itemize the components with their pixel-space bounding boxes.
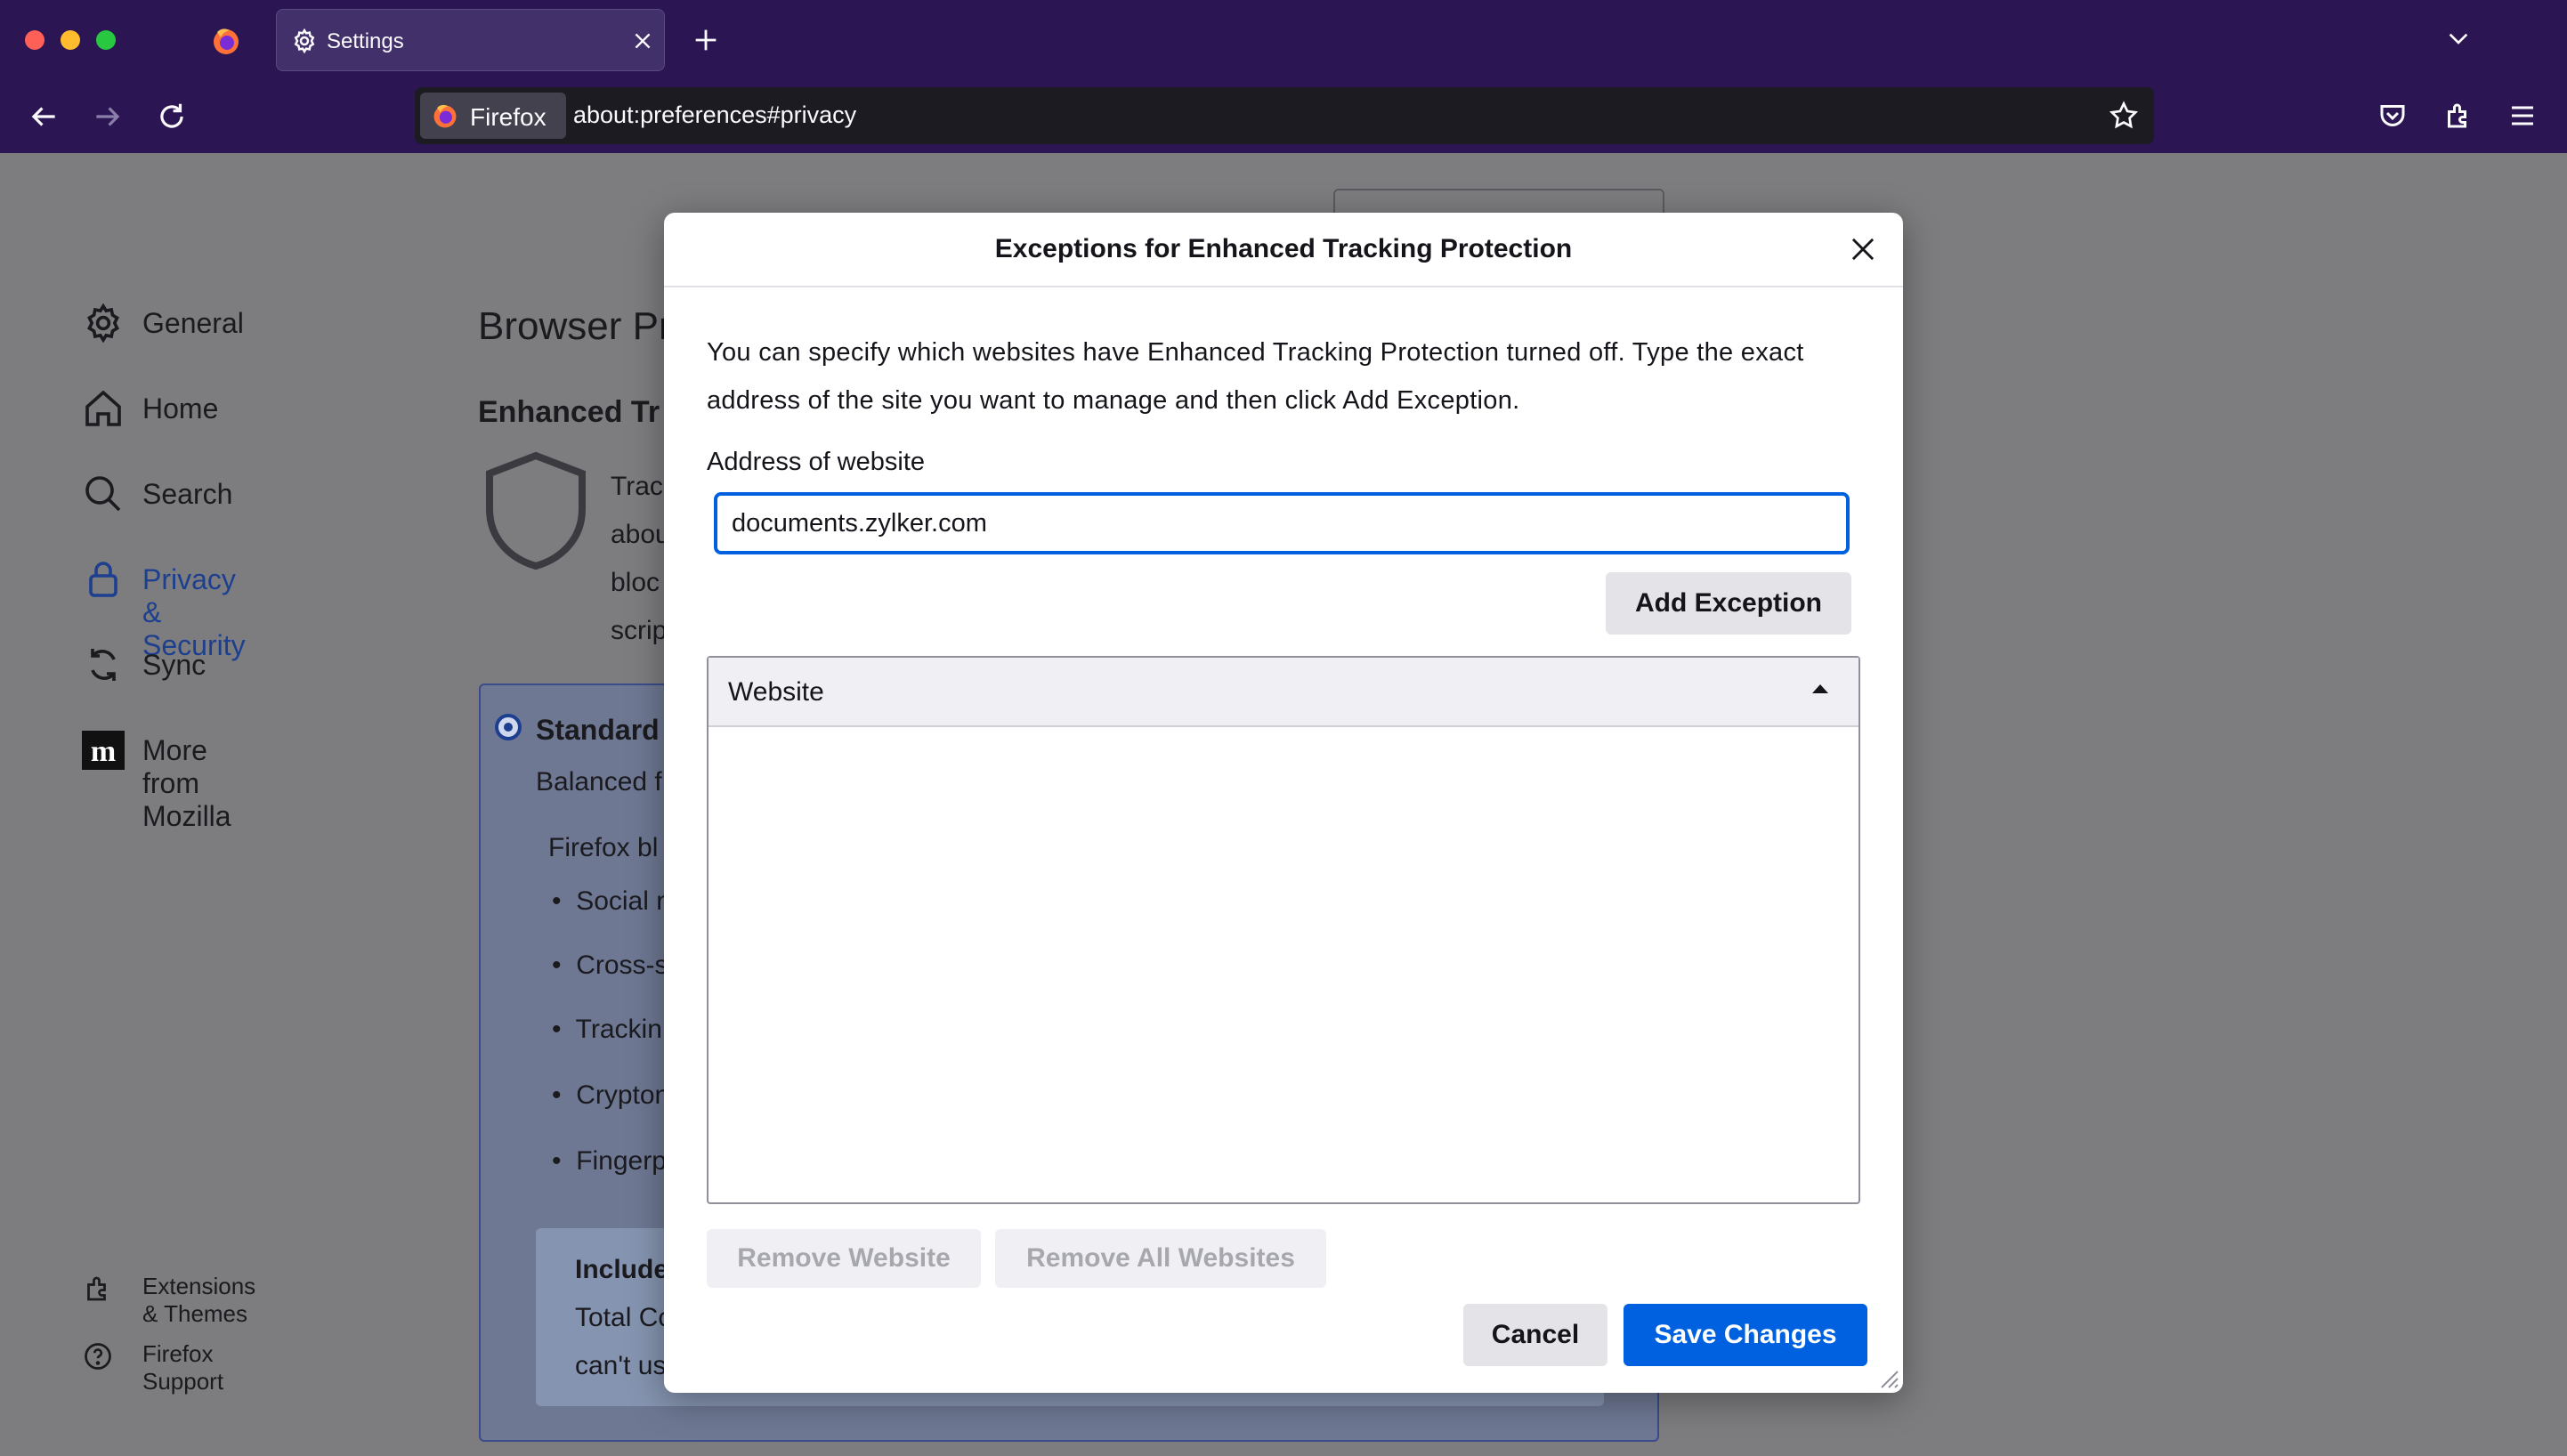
- shield-icon: [481, 450, 591, 576]
- etp-desc-line: bloc: [611, 568, 660, 597]
- tab-settings[interactable]: Settings: [276, 9, 665, 71]
- extensions-puzzle-icon[interactable]: [2442, 100, 2474, 136]
- include-title: Include: [575, 1255, 669, 1284]
- close-tab-icon[interactable]: [631, 29, 654, 57]
- sort-ascending-icon: [1812, 684, 1828, 693]
- new-tab-icon[interactable]: [691, 25, 721, 60]
- bullet-text: Social n: [576, 886, 671, 916]
- home-icon: [82, 387, 125, 434]
- save-changes-button[interactable]: Save Changes: [1624, 1304, 1867, 1366]
- etp-desc-line: Trac: [611, 472, 663, 501]
- pocket-icon[interactable]: [2377, 100, 2409, 136]
- mozilla-icon: m: [82, 731, 125, 770]
- list-item: • Social n: [552, 886, 671, 916]
- remove-website-button[interactable]: Remove Website: [707, 1229, 981, 1288]
- browser-titlebar: Settings: [0, 0, 2567, 80]
- sync-icon: [82, 643, 125, 691]
- firefox-blocks-text: Firefox bl: [548, 833, 659, 862]
- list-item: • Trackin: [552, 1015, 662, 1044]
- reload-icon[interactable]: [155, 100, 189, 138]
- close-window-button[interactable]: [25, 30, 45, 50]
- identity-label: Firefox: [470, 103, 547, 131]
- standard-label: Standard: [536, 714, 660, 746]
- include-line: Total Co: [575, 1303, 674, 1332]
- sidebar-item-label: Firefox Support: [142, 1340, 224, 1395]
- tab-title: Settings: [327, 29, 404, 53]
- minimize-window-button[interactable]: [61, 30, 80, 50]
- close-icon[interactable]: [1846, 232, 1880, 266]
- gear-icon: [291, 28, 318, 59]
- sidebar-item-label: Home: [142, 392, 219, 425]
- dialog-title: Exceptions for Enhanced Tracking Protect…: [994, 234, 1573, 263]
- firefox-logo-icon: [431, 101, 459, 134]
- standard-balanced-text: Balanced f: [536, 767, 662, 797]
- sidebar-item-label: Sync: [142, 649, 206, 681]
- etp-exceptions-dialog: Exceptions for Enhanced Tracking Protect…: [664, 213, 1903, 1393]
- page-title: Browser Pr: [478, 304, 672, 348]
- list-item: • Crypton: [552, 1080, 670, 1110]
- resize-grip-icon[interactable]: [1876, 1366, 1899, 1389]
- standard-radio[interactable]: [495, 714, 522, 740]
- website-column-header[interactable]: Website: [709, 658, 1858, 727]
- search-icon: [82, 473, 125, 520]
- dialog-header: Exceptions for Enhanced Tracking Protect…: [664, 213, 1903, 287]
- help-icon: [82, 1340, 114, 1377]
- bullet-text: Crypton: [576, 1080, 670, 1110]
- bullet-text: Cross-s: [576, 950, 668, 980]
- puzzle-icon: [82, 1273, 114, 1309]
- tab-list-chevron-icon[interactable]: [2444, 25, 2473, 58]
- sidebar-item-label: Extensions & Themes: [142, 1273, 256, 1327]
- include-line: can't us: [575, 1351, 667, 1380]
- list-item: • Fingerp: [552, 1146, 667, 1176]
- address-label: Address of website: [707, 448, 926, 476]
- website-address-input[interactable]: [714, 492, 1850, 554]
- sidebar-item-label: Search: [142, 478, 233, 510]
- exceptions-table[interactable]: Website: [707, 656, 1860, 1204]
- etp-desc-line: scrip: [611, 616, 668, 645]
- etp-description: Trac abou bloc scrip: [611, 463, 670, 655]
- svg-text:m: m: [91, 735, 116, 768]
- dialog-description: You can specify which websites have Enha…: [707, 338, 1804, 415]
- lock-icon: [82, 558, 125, 605]
- sidebar-item-label: General: [142, 307, 244, 339]
- bullet-text: Trackin: [575, 1015, 662, 1044]
- firefox-view-icon[interactable]: [210, 25, 242, 61]
- cancel-button[interactable]: Cancel: [1463, 1304, 1607, 1366]
- sidebar-item-label: Privacy & Security: [142, 563, 246, 661]
- sidebar-item-label: More from Mozilla: [142, 734, 231, 832]
- url-text[interactable]: about:preferences#privacy: [573, 101, 856, 129]
- bookmark-star-icon[interactable]: [2108, 100, 2140, 136]
- remove-all-websites-button[interactable]: Remove All Websites: [995, 1229, 1326, 1288]
- add-exception-button[interactable]: Add Exception: [1606, 572, 1851, 635]
- etp-desc-line: abou: [611, 520, 670, 549]
- gear-icon: [82, 302, 125, 349]
- zoom-window-button[interactable]: [96, 30, 116, 50]
- column-header-label: Website: [728, 677, 824, 707]
- bullet-text: Fingerp: [576, 1146, 667, 1176]
- etp-section-title: Enhanced Tr: [478, 395, 660, 429]
- list-item: • Cross-s: [552, 950, 668, 980]
- forward-arrow-icon[interactable]: [91, 100, 125, 138]
- back-arrow-icon[interactable]: [27, 100, 61, 138]
- identity-box[interactable]: Firefox: [420, 93, 566, 139]
- menu-hamburger-icon[interactable]: [2506, 100, 2539, 136]
- url-bar[interactable]: Firefox about:preferences#privacy: [415, 87, 2154, 144]
